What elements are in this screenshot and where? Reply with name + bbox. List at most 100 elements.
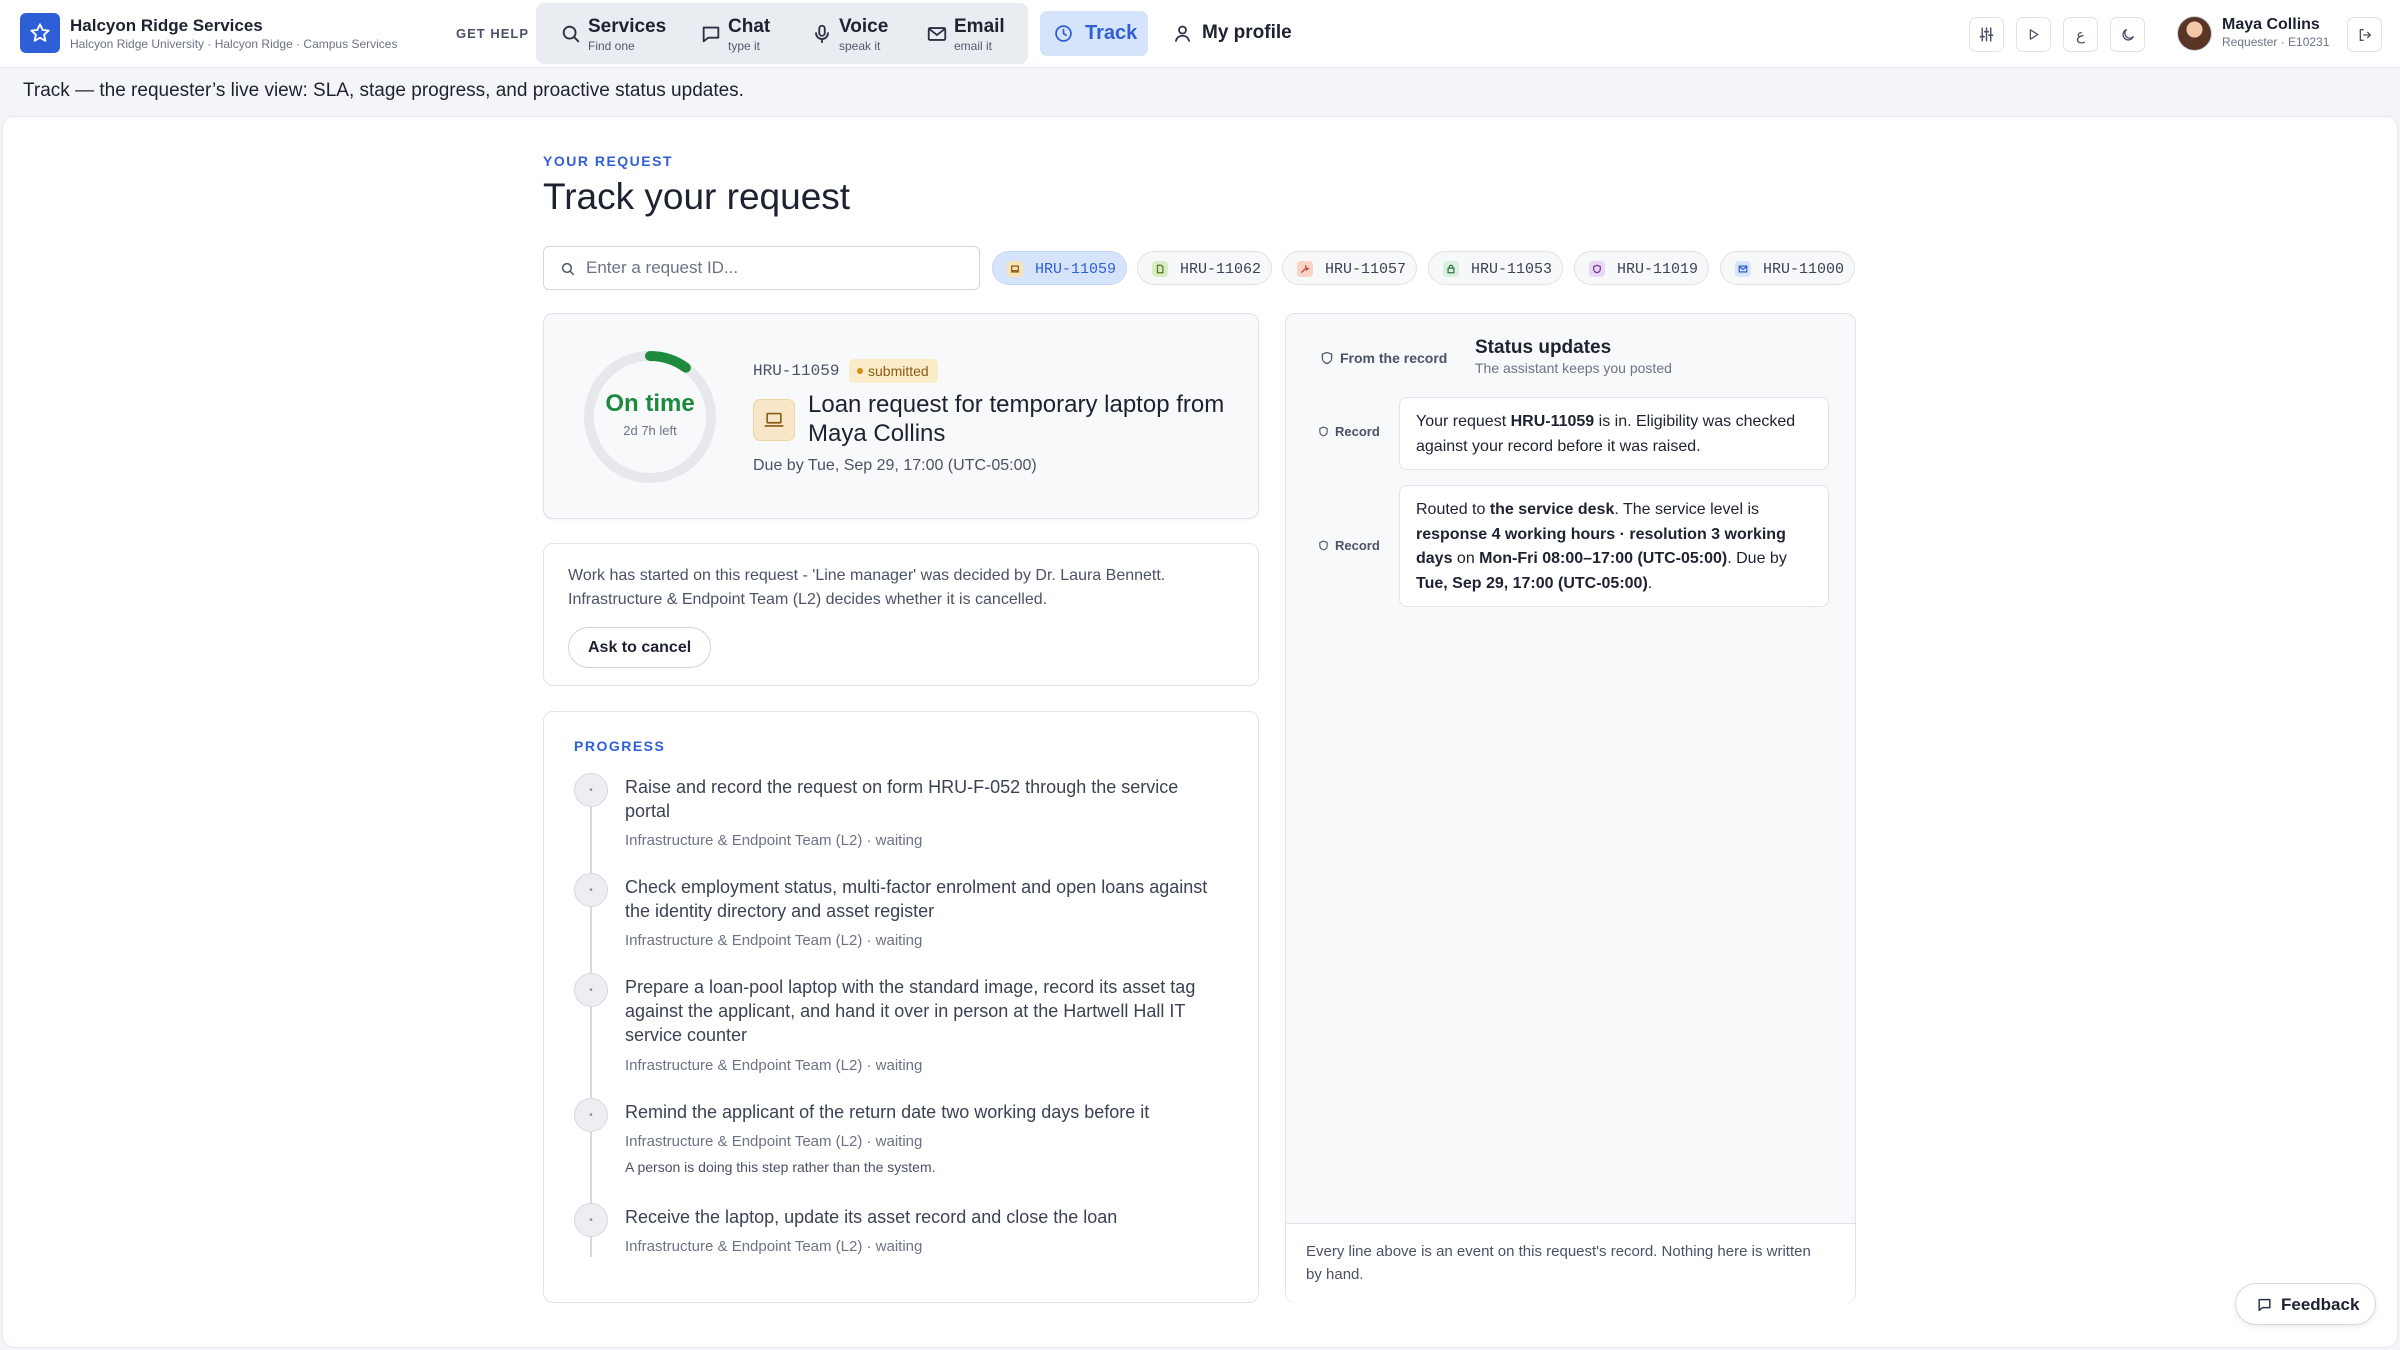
page-caption: Track — the requester’s live view: SLA, … bbox=[23, 80, 744, 101]
request-title: Loan request for temporary laptop from M… bbox=[808, 391, 1225, 447]
channel-title: Chat bbox=[728, 16, 771, 37]
request-chip-label: HRU-11053 bbox=[1471, 261, 1553, 278]
star-logo-icon[interactable] bbox=[20, 13, 60, 53]
step-title: Raise and record the request on form HRU… bbox=[625, 777, 1179, 821]
laptop-icon bbox=[1007, 261, 1023, 277]
tab-label: From the record bbox=[1340, 350, 1448, 366]
message-text: . Due by bbox=[1727, 550, 1787, 567]
sla-status: On time bbox=[605, 390, 695, 417]
step-pending-dot: • bbox=[574, 1098, 608, 1132]
status-updates-subtitle: The assistant keeps you posted bbox=[1475, 360, 1672, 376]
step-meta: Infrastructure & Endpoint Team (L2) · wa… bbox=[625, 1057, 923, 1074]
clock-icon bbox=[1053, 23, 1074, 44]
notice-text: Work has started on this request - 'Line… bbox=[568, 567, 1166, 608]
top-bar: Halcyon Ridge Services Halcyon Ridge Uni… bbox=[0, 0, 2400, 68]
request-id-input[interactable] bbox=[586, 247, 966, 289]
wrench-icon bbox=[1297, 261, 1313, 277]
status-updates-title: Status updates bbox=[1475, 337, 1612, 358]
search-icon bbox=[560, 261, 576, 277]
language-button[interactable]: ع bbox=[2063, 17, 2098, 52]
step-meta: Infrastructure & Endpoint Team (L2) · wa… bbox=[625, 1133, 923, 1150]
get-help-label: GET HELP bbox=[456, 26, 530, 41]
status-updates-footer: Every line above is an event on this req… bbox=[1286, 1223, 1855, 1303]
step-title: Prepare a loan-pool laptop with the stan… bbox=[625, 977, 1196, 1045]
step-pending-dot: • bbox=[574, 873, 608, 907]
sign-out-icon bbox=[2357, 27, 2373, 43]
ask-to-cancel-button[interactable]: Ask to cancel bbox=[568, 627, 712, 668]
track-label: Track bbox=[1085, 22, 1138, 44]
request-chip-hru-11000[interactable]: HRU-11000 bbox=[1720, 251, 1855, 285]
microphone-icon bbox=[811, 23, 833, 45]
request-chip-hru-11019[interactable]: HRU-11019 bbox=[1574, 251, 1709, 285]
timeline-connector bbox=[590, 787, 592, 1257]
my-profile-label: My profile bbox=[1202, 22, 1292, 43]
channel-sub: Find one bbox=[588, 39, 635, 53]
message-emphasis: the service desk bbox=[1489, 501, 1615, 518]
request-due-date: Due by Tue, Sep 29, 17:00 (UTC-05:00) bbox=[753, 457, 1037, 474]
channel-switcher: Services Find one Chat type it Voice spe… bbox=[536, 3, 1028, 64]
status-update-message: Your request HRU-11059 is in. Eligibilit… bbox=[1399, 397, 1829, 470]
step-meta: Infrastructure & Endpoint Team (L2) · wa… bbox=[625, 832, 923, 849]
request-chip-hru-11059[interactable]: HRU-11059 bbox=[992, 251, 1127, 285]
request-chip-hru-11062[interactable]: HRU-11062 bbox=[1137, 251, 1272, 285]
channel-email[interactable]: Email email it bbox=[926, 3, 1022, 64]
app-subtitle: Halcyon Ridge University · Halcyon Ridge… bbox=[70, 37, 398, 51]
request-chip-label: HRU-11019 bbox=[1617, 261, 1699, 278]
step-pending-dot: • bbox=[574, 973, 608, 1007]
step-title: Remind the applicant of the return date … bbox=[625, 1102, 1150, 1122]
play-icon bbox=[2026, 27, 2041, 42]
request-chip-hru-11053[interactable]: HRU-11053 bbox=[1428, 251, 1563, 285]
track-button[interactable]: Track bbox=[1040, 11, 1148, 56]
channel-sub: speak it bbox=[839, 39, 881, 53]
request-chip-label: HRU-11000 bbox=[1763, 261, 1845, 278]
sliders-button[interactable] bbox=[1969, 17, 2004, 52]
theme-toggle-button[interactable] bbox=[2110, 17, 2145, 52]
channel-title: Voice bbox=[839, 16, 889, 37]
play-button[interactable] bbox=[2016, 17, 2051, 52]
search-icon bbox=[560, 23, 582, 45]
chat-bubble-icon bbox=[2256, 1297, 2273, 1313]
channel-chat[interactable]: Chat type it bbox=[700, 3, 790, 64]
message-text: . The service level is bbox=[1614, 501, 1760, 518]
my-profile-button[interactable]: My profile bbox=[1170, 11, 1300, 56]
request-chip-label: HRU-11062 bbox=[1180, 261, 1262, 278]
laptop-icon bbox=[753, 399, 795, 441]
shield-icon bbox=[1318, 425, 1329, 438]
message-emphasis: Tue, Sep 29, 17:00 (UTC-05:00) bbox=[1416, 574, 1648, 592]
channel-sub: email it bbox=[954, 39, 993, 53]
message-text: . bbox=[1647, 574, 1653, 592]
avatar[interactable] bbox=[2177, 16, 2212, 51]
envelope-icon bbox=[1735, 261, 1751, 277]
user-icon bbox=[1172, 23, 1193, 44]
feedback-label: Feedback bbox=[2281, 1295, 2360, 1314]
channel-title: Email bbox=[954, 16, 1005, 37]
channel-services[interactable]: Services Find one bbox=[560, 3, 668, 64]
footer-note: Every line above is an event on this req… bbox=[1306, 1243, 1811, 1283]
lock-icon bbox=[1443, 261, 1459, 277]
feedback-button[interactable]: Feedback bbox=[2235, 1283, 2376, 1325]
shield-icon bbox=[1589, 261, 1605, 277]
channel-sub: type it bbox=[728, 39, 761, 53]
request-chip-label: HRU-11057 bbox=[1325, 261, 1407, 278]
channel-voice[interactable]: Voice speak it bbox=[811, 3, 901, 64]
step-pending-dot: • bbox=[574, 773, 608, 807]
step-title: Receive the laptop, update its asset rec… bbox=[625, 1207, 1118, 1227]
record-label-text: Record bbox=[1335, 538, 1380, 553]
document-icon bbox=[1152, 261, 1168, 277]
page-eyebrow: YOUR REQUEST bbox=[543, 153, 674, 169]
sla-remaining: 2d 7h left bbox=[623, 423, 677, 438]
message-text: Your request bbox=[1416, 413, 1511, 430]
message-text: Routed to bbox=[1416, 501, 1490, 518]
request-summary-card: On time 2d 7h left HRU-11059 submitted L… bbox=[543, 313, 1259, 519]
channel-title: Services bbox=[588, 16, 667, 37]
request-chip-hru-11057[interactable]: HRU-11057 bbox=[1282, 251, 1417, 285]
language-icon: ع bbox=[2076, 26, 2085, 44]
step-title: Check employment status, multi-factor en… bbox=[625, 877, 1208, 921]
sign-out-button[interactable] bbox=[2347, 17, 2382, 52]
step-meta: Infrastructure & Endpoint Team (L2) · wa… bbox=[625, 932, 923, 949]
message-request-id: HRU-11059 bbox=[1510, 413, 1595, 430]
user-name: Maya Collins bbox=[2222, 16, 2320, 33]
progress-heading: PROGRESS bbox=[574, 738, 666, 754]
step-note: A person is doing this step rather than … bbox=[625, 1159, 936, 1175]
user-role: Requester · E10231 bbox=[2222, 35, 2330, 49]
